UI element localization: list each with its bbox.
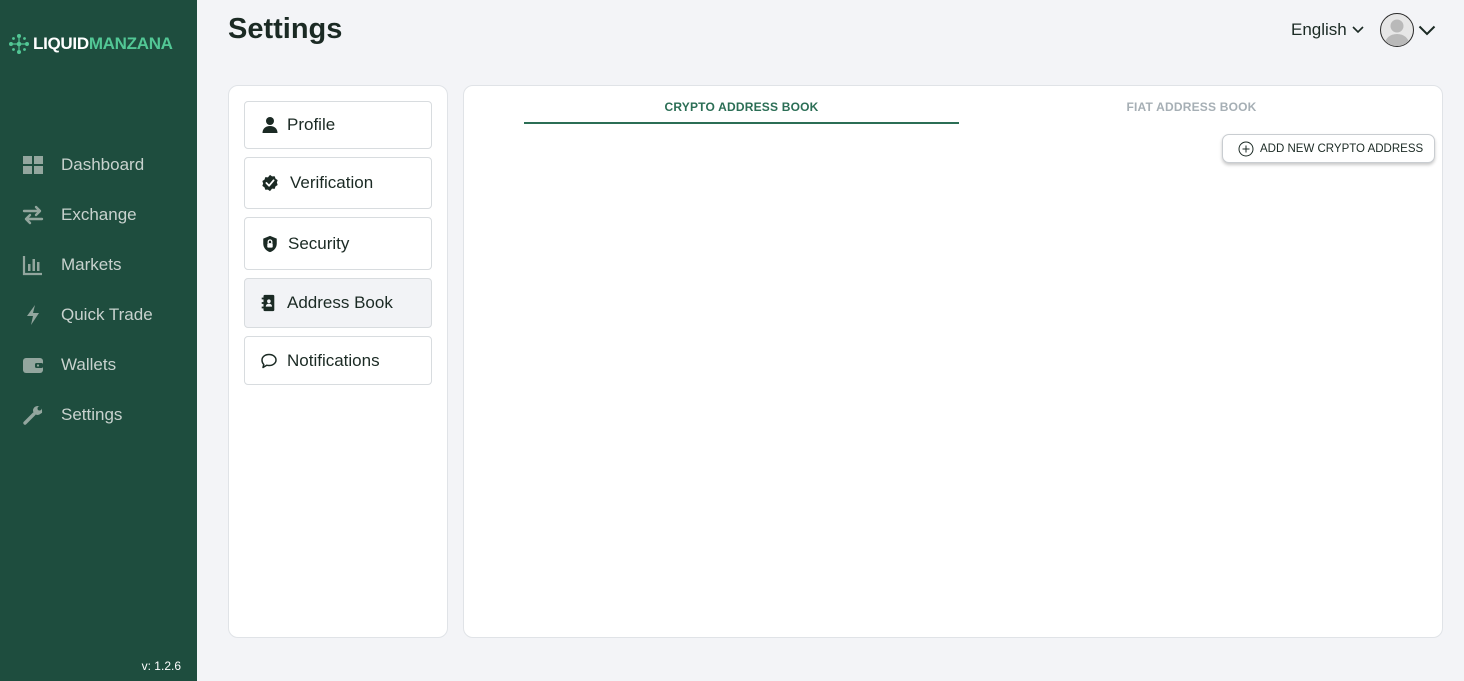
sidebar-item-label: Dashboard	[61, 155, 145, 174]
user-icon	[260, 115, 280, 135]
sidebar-item-label: Settings	[61, 405, 123, 424]
sidebar-item-label: Quick Trade	[61, 305, 153, 324]
tab-fiat-address-book[interactable]: FIAT ADDRESS BOOK	[974, 100, 1409, 124]
brand-name-part2: MANZANA	[88, 34, 173, 53]
lightning-icon	[22, 304, 44, 326]
shield-lock-icon	[260, 234, 280, 254]
add-crypto-address-button[interactable]: ADD NEW CRYPTO ADDRESS	[1222, 134, 1436, 163]
settings-menu-profile[interactable]: Profile	[244, 101, 432, 149]
address-book-icon	[258, 293, 278, 313]
user-menu[interactable]	[1380, 13, 1436, 47]
settings-menu-label: Verification	[290, 173, 374, 192]
chevron-down-icon	[1352, 26, 1364, 34]
avatar	[1380, 13, 1414, 47]
page-title: Settings	[228, 13, 343, 45]
brand-name: LIQUIDMANZANA	[33, 34, 173, 54]
language-selector[interactable]: English	[1291, 20, 1364, 40]
wallet-icon	[22, 354, 44, 376]
settings-menu: Profile Verification Security Address Bo…	[228, 85, 448, 638]
settings-menu-label: Security	[288, 233, 350, 253]
sidebar-item-exchange[interactable]: Exchange	[0, 190, 197, 240]
settings-menu-address-book[interactable]: Address Book	[244, 278, 432, 328]
plus-circle-icon	[1238, 141, 1254, 156]
sidebar-item-label: Exchange	[61, 205, 137, 224]
settings-menu-security[interactable]: Security	[244, 217, 432, 270]
sidebar-item-quick-trade[interactable]: Quick Trade	[0, 290, 197, 340]
markets-icon	[22, 254, 44, 276]
dashboard-icon	[22, 154, 44, 176]
sidebar: LIQUIDMANZANA Dashboard Exchange Markets	[0, 0, 197, 681]
settings-menu-label: Profile	[287, 115, 336, 134]
tab-crypto-address-book[interactable]: CRYPTO ADDRESS BOOK	[524, 100, 959, 124]
sidebar-item-wallets[interactable]: Wallets	[0, 340, 197, 390]
sidebar-item-settings[interactable]: Settings	[0, 390, 197, 440]
app-version: v: 1.2.6	[141, 659, 181, 673]
settings-menu-label: Notifications	[287, 350, 380, 370]
sidebar-nav: Dashboard Exchange Markets Quick Trade W…	[0, 140, 197, 440]
brand-logo[interactable]: LIQUIDMANZANA	[8, 31, 173, 57]
sidebar-item-dashboard[interactable]: Dashboard	[0, 140, 197, 190]
logo-icon	[9, 34, 29, 54]
address-book-panel: CRYPTO ADDRESS BOOK FIAT ADDRESS BOOK AD…	[463, 85, 1443, 638]
exchange-icon	[22, 204, 44, 226]
brand-name-part1: LIQUID	[33, 34, 89, 53]
user-avatar-icon	[1384, 19, 1410, 46]
sidebar-item-markets[interactable]: Markets	[0, 240, 197, 290]
sidebar-item-label: Wallets	[61, 355, 117, 374]
wrench-icon	[22, 404, 44, 426]
language-label: English	[1291, 20, 1347, 39]
add-crypto-address-label: ADD NEW CRYPTO ADDRESS	[1260, 142, 1424, 155]
verified-badge-icon	[260, 173, 280, 193]
settings-menu-label: Address Book	[287, 293, 393, 312]
settings-menu-verification[interactable]: Verification	[244, 157, 432, 209]
settings-menu-notifications[interactable]: Notifications	[244, 336, 432, 385]
sidebar-item-label: Markets	[61, 255, 122, 274]
chevron-down-icon	[1418, 25, 1436, 35]
chat-bubble-icon	[259, 351, 279, 371]
